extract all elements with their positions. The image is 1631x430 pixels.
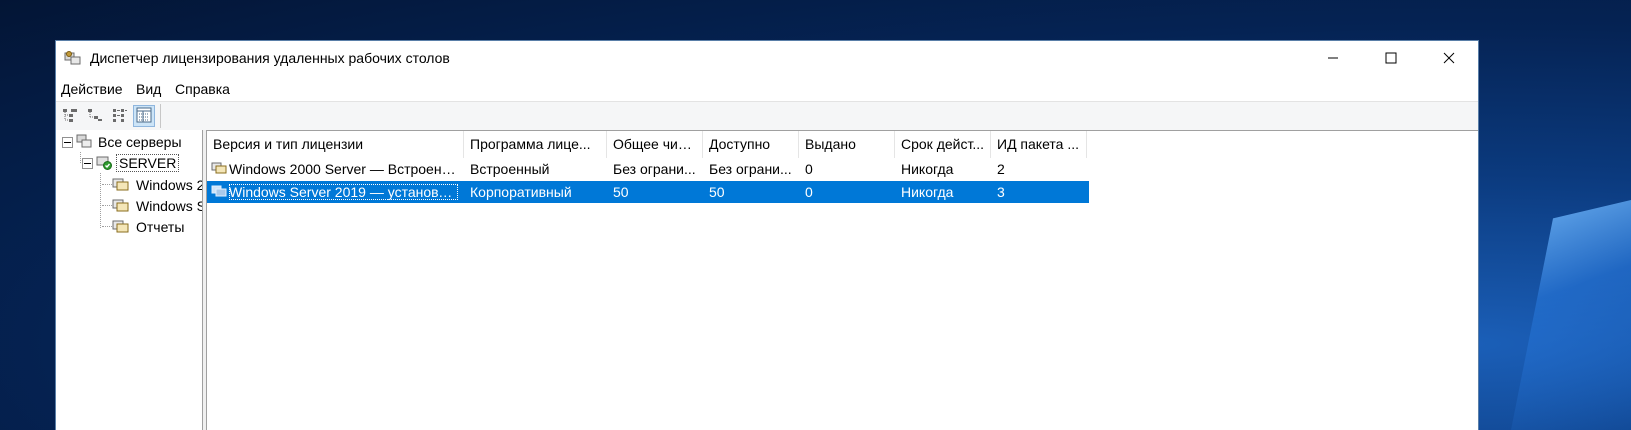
cell-total: 50 (613, 184, 629, 200)
tree-pane[interactable]: Все серверы SERVER Windows 2 Windows S О… (56, 130, 203, 430)
column-header-available[interactable]: Доступно (703, 131, 799, 158)
tree-item-all-servers[interactable]: Все серверы (62, 132, 184, 152)
close-icon (1443, 51, 1455, 67)
tree-item-server[interactable]: SERVER (82, 153, 180, 173)
desktop-light-beam (1511, 200, 1631, 430)
close-button[interactable] (1420, 41, 1478, 77)
tree-line (102, 205, 112, 207)
window-title: Диспетчер лицензирования удаленных рабоч… (90, 50, 450, 66)
tree-label-windows-server: Windows S (136, 198, 203, 214)
license-manager-app-icon (64, 50, 82, 68)
tree-label-windows-2000: Windows 2 (136, 177, 203, 193)
cell-pack-id: 2 (997, 161, 1005, 177)
cell-pack-id: 3 (997, 184, 1005, 200)
minimize-icon (1327, 51, 1339, 67)
cell-program: Корпоративный (470, 184, 572, 200)
cell-version-text: Windows 2000 Server — Встроенн... (229, 161, 458, 177)
column-header-expiration[interactable]: Срок дейст... (895, 131, 991, 158)
menu-view[interactable]: Вид (136, 81, 161, 97)
list-view-icon (112, 107, 128, 126)
tree-label-server: SERVER (116, 154, 180, 172)
cell-program: Встроенный (470, 161, 550, 177)
menu-bar: Действие Вид Справка (56, 77, 1478, 101)
table-row[interactable]: Windows 2000 Server — Встроенн... Встрое… (207, 158, 1089, 180)
menu-action[interactable]: Действие (61, 81, 123, 97)
license-pack-icon (211, 161, 227, 178)
license-manager-window: Диспетчер лицензирования удаленных рабоч… (56, 41, 1478, 430)
toolbar-separator (160, 104, 161, 128)
cell-available: 50 (709, 184, 725, 200)
details-view-icon (136, 107, 152, 126)
tree-line (100, 173, 102, 228)
list-view-button[interactable] (109, 105, 131, 127)
reports-icon (112, 218, 130, 237)
title-bar[interactable]: Диспетчер лицензирования удаленных рабоч… (56, 41, 1478, 77)
list-header: Версия и тип лицензии Программа лице... … (207, 131, 1207, 158)
column-header-version[interactable]: Версия и тип лицензии (207, 131, 464, 158)
license-pack-icon (112, 197, 130, 216)
cell-issued: 0 (805, 161, 813, 177)
cell-version: Windows 2000 Server — Встроенн... (207, 161, 464, 178)
collapse-icon[interactable] (62, 136, 73, 148)
tree-collapsed-view-button[interactable] (84, 105, 106, 127)
minimize-button[interactable] (1304, 41, 1362, 77)
maximize-icon (1385, 51, 1397, 67)
tree-line (102, 226, 112, 228)
tree-line (102, 184, 112, 186)
tree-item-windows-server[interactable]: Windows S (112, 196, 203, 216)
tree-label-reports: Отчеты (136, 219, 185, 235)
table-row-selected[interactable]: Windows Server 2019 — установле... Корпо… (207, 181, 1089, 203)
cell-expiration: Никогда (901, 161, 954, 177)
column-header-total[interactable]: Общее чис... (607, 131, 703, 158)
tree-view-button[interactable] (59, 105, 81, 127)
maximize-button[interactable] (1362, 41, 1420, 77)
cell-issued: 0 (805, 184, 813, 200)
collapse-icon[interactable] (82, 157, 93, 169)
cell-expiration: Никогда (901, 184, 954, 200)
column-header-program[interactable]: Программа лице... (464, 131, 607, 158)
license-pack-icon (112, 176, 130, 195)
license-list-pane[interactable]: Версия и тип лицензии Программа лице... … (206, 130, 1478, 430)
column-header-pack-id[interactable]: ИД пакета ... (991, 131, 1087, 158)
cell-version-text: Windows Server 2019 — установле... (229, 184, 458, 200)
details-view-button[interactable] (133, 105, 155, 127)
column-header-issued[interactable]: Выдано (799, 131, 895, 158)
menu-help[interactable]: Справка (175, 81, 230, 97)
license-pack-selected-icon (211, 184, 227, 201)
toolbar (56, 101, 1478, 131)
tree-view-icon (62, 107, 78, 126)
tree-collapsed-view-icon (87, 107, 103, 126)
cell-total: Без ограни... (613, 161, 696, 177)
tree-item-reports[interactable]: Отчеты (112, 217, 186, 237)
tree-label-all-servers: Все серверы (98, 134, 182, 150)
servers-icon (76, 133, 92, 152)
content-area: Все серверы SERVER Windows 2 Windows S О… (56, 130, 1478, 430)
server-activated-icon (96, 154, 112, 173)
cell-version: Windows Server 2019 — установле... (207, 184, 464, 201)
tree-item-windows-2000[interactable]: Windows 2 (112, 175, 203, 195)
cell-available: Без ограни... (709, 161, 792, 177)
